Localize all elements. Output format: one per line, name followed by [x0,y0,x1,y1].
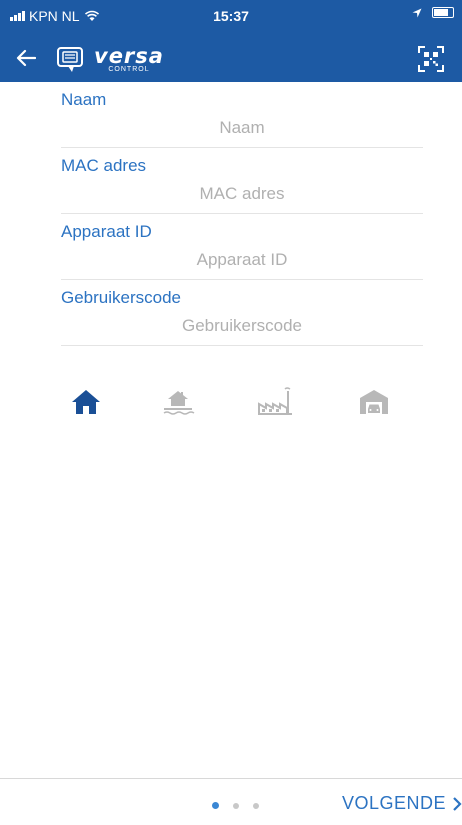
garage-icon [360,390,388,414]
brand-name: versa [94,44,164,68]
name-input[interactable] [61,115,423,141]
name-label: Naam [61,90,107,109]
user-code-label: Gebruikerscode [61,288,182,307]
location-arrow-icon [412,8,422,17]
qr-scan-icon[interactable] [418,46,444,72]
page-dot-2 [233,802,239,809]
next-button[interactable]: VOLGENDE [342,793,462,814]
location-type-selector [60,380,422,424]
mac-label: MAC adres [61,156,147,175]
top-bar: KPN NL 15:37 versa CONTROL [0,0,462,82]
page-dot-1 [212,802,219,809]
status-bar: KPN NL 15:37 [0,0,462,30]
app-logo: versa CONTROL [56,46,164,74]
device-id-field: Apparaat ID [61,214,423,280]
location-type-house[interactable] [66,380,106,424]
back-button[interactable] [10,42,42,74]
device-id-input[interactable] [61,247,423,273]
battery-icon [432,7,454,18]
status-time: 15:37 [213,8,249,24]
mac-field: MAC adres [61,148,423,214]
holiday-house-icon [163,391,195,415]
location-type-factory[interactable] [256,380,296,424]
device-logo-icon [57,47,83,72]
house-icon [72,390,100,414]
page-dot-3 [253,802,259,809]
name-field: Naam [61,82,423,148]
user-code-input[interactable] [61,313,423,339]
wizard-footer: VOLGENDE [0,778,462,825]
device-id-label: Apparaat ID [61,222,152,241]
user-code-field: Gebruikerscode [61,280,423,346]
arrow-left-icon [16,49,36,67]
status-right [412,7,454,18]
location-type-holiday-house[interactable] [158,380,198,424]
location-type-garage[interactable] [354,380,394,424]
mac-input[interactable] [61,181,423,207]
next-label: VOLGENDE [341,793,446,813]
factory-icon [258,387,292,415]
page-indicator [212,802,259,809]
nav-bar: versa CONTROL [0,40,462,80]
device-form: Naam MAC adres Apparaat ID Gebruikerscod… [61,82,423,346]
chevron-right-icon [453,796,462,811]
brand-text: versa CONTROL [94,44,164,74]
